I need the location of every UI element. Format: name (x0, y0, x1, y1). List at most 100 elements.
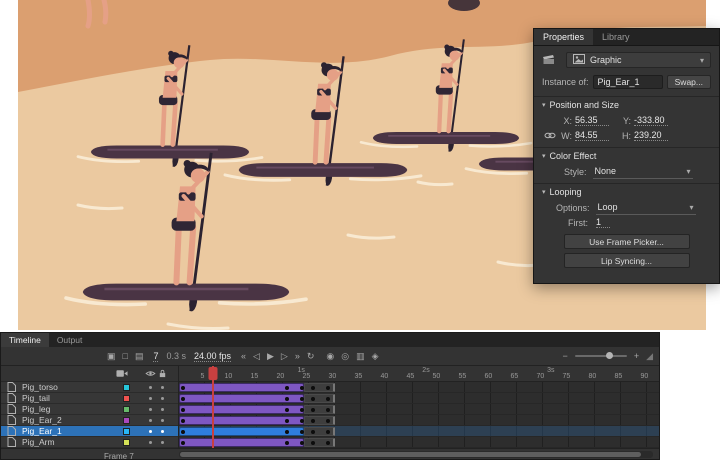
layer-visibility-dot[interactable] (144, 408, 156, 411)
layer-name: Pig_Ear_1 (22, 426, 123, 436)
frame-ruler[interactable]: 1s2s3s 510152025303540455055606570758085… (179, 366, 659, 382)
span-tail (304, 394, 335, 403)
keyframe-dot (326, 419, 330, 423)
scrollbar-thumb[interactable] (180, 452, 641, 457)
timeline-tab-timeline[interactable]: Timeline (1, 333, 49, 347)
insert-keyframe-icon[interactable]: ▣ (107, 352, 116, 361)
onion-skin-icon[interactable]: ◉ (326, 352, 334, 361)
frame-number-label: 65 (510, 373, 518, 380)
style-dropdown[interactable]: None ▾ (593, 165, 693, 179)
layer-row-pig_torso[interactable]: Pig_torso (1, 382, 178, 393)
collapse-triangle-icon: ▾ (542, 188, 546, 196)
layer-row-pig_arm[interactable]: Pig_Arm (1, 437, 178, 448)
go-to-first-frame-icon[interactable]: « (241, 352, 246, 361)
step-back-icon[interactable]: ◁ (253, 352, 260, 361)
keyframe-dot (181, 386, 185, 390)
tween-span[interactable] (179, 427, 304, 436)
layer-track[interactable] (179, 382, 659, 393)
w-value[interactable]: 84.55 (575, 130, 609, 141)
collapse-triangle-icon: ▾ (542, 152, 546, 160)
frame-number-label: 70 (536, 373, 544, 380)
lock-unlock-all-layers-icon[interactable] (156, 369, 168, 378)
tween-span[interactable] (179, 394, 304, 403)
tween-span[interactable] (179, 416, 304, 425)
layer-track[interactable] (179, 437, 659, 448)
layer-row-pig_tail[interactable]: Pig_tail (1, 393, 178, 404)
layer-track[interactable] (179, 426, 659, 437)
layer-lock-dot[interactable] (156, 419, 168, 422)
tween-span[interactable] (179, 405, 304, 414)
instance-name-field[interactable]: Pig_Ear_1 (593, 75, 663, 89)
timeline-panel: TimelineOutput ▣□▤ 7 0.3 s 24.00 fps «◁▶… (0, 332, 660, 460)
loop-options-dropdown[interactable]: Loop ▾ (596, 201, 696, 215)
zoom-in-icon[interactable]: + (634, 352, 639, 361)
frame-status-label: Frame 7 (104, 452, 134, 460)
frame-number-label: 35 (354, 373, 362, 380)
step-forward-icon[interactable]: ▷ (281, 352, 288, 361)
layer-visibility-dot[interactable] (144, 397, 156, 400)
layer-track[interactable] (179, 404, 659, 415)
lip-syncing-button[interactable]: Lip Syncing... (564, 253, 690, 268)
x-value[interactable]: 56.35 (575, 115, 609, 126)
layer-lock-dot[interactable] (156, 408, 168, 411)
panel-resize-icon[interactable]: ◢ (646, 352, 653, 361)
use-frame-picker-button[interactable]: Use Frame Picker... (564, 234, 690, 249)
tween-span[interactable] (179, 438, 304, 447)
layer-visibility-dot[interactable] (144, 430, 156, 433)
properties-tab-properties[interactable]: Properties (534, 29, 593, 45)
fps-field[interactable]: 24.00 fps (194, 351, 231, 362)
first-frame-value[interactable]: 1 (596, 217, 610, 228)
loop-playback-icon[interactable]: ↻ (307, 352, 315, 361)
h-value[interactable]: 239.20 (634, 130, 668, 141)
frame-grid[interactable] (179, 382, 659, 448)
layer-page-icon (7, 393, 18, 403)
insert-blank-keyframe-icon[interactable]: □ (123, 352, 128, 361)
symbol-type-dropdown[interactable]: Graphic ▾ (566, 52, 711, 68)
add-camera-icon[interactable] (116, 369, 128, 378)
chevron-down-icon: ▾ (687, 167, 691, 176)
properties-tab-library[interactable]: Library (593, 29, 639, 45)
frame-area: 1s2s3s 510152025303540455055606570758085… (179, 366, 659, 448)
go-to-last-frame-icon[interactable]: » (295, 352, 300, 361)
span-tail (304, 438, 335, 447)
link-width-height-icon[interactable] (542, 131, 558, 140)
zoom-slider-thumb[interactable] (606, 352, 613, 359)
layer-row-pig_ear_2[interactable]: Pig_Ear_2 (1, 415, 178, 426)
frame-number-label: 20 (276, 373, 284, 380)
timeline-zoom-slider[interactable] (575, 355, 627, 357)
tween-span[interactable] (179, 383, 304, 392)
layer-visibility-dot[interactable] (144, 419, 156, 422)
collapse-triangle-icon: ▾ (542, 101, 546, 109)
keyframe-dot (311, 408, 315, 412)
zoom-out-icon[interactable]: − (563, 352, 568, 361)
current-frame-field[interactable]: 7 (153, 351, 158, 362)
play-icon[interactable]: ▶ (267, 352, 274, 361)
layer-visibility-dot[interactable] (144, 441, 156, 444)
insert-frame-icon[interactable]: ▤ (135, 352, 144, 361)
timeline-horizontal-scrollbar[interactable] (179, 451, 653, 458)
layer-track[interactable] (179, 415, 659, 426)
timeline-tab-output[interactable]: Output (49, 333, 91, 347)
layer-track[interactable] (179, 393, 659, 404)
show-hide-all-layers-icon[interactable] (144, 370, 156, 377)
layer-lock-dot[interactable] (156, 397, 168, 400)
center-frame-icon[interactable]: ◈ (372, 352, 379, 361)
position-size-section-header[interactable]: ▾ Position and Size (534, 96, 719, 113)
layer-row-pig_leg[interactable]: Pig_leg (1, 404, 178, 415)
layer-page-icon (7, 382, 18, 392)
keyframe-dot (311, 419, 315, 423)
layer-row-pig_ear_1[interactable]: Pig_Ear_1 (1, 426, 178, 437)
layer-lock-dot[interactable] (156, 386, 168, 389)
keyframe-dot (311, 386, 315, 390)
layer-lock-dot[interactable] (156, 430, 168, 433)
properties-tab-bar: PropertiesLibrary (534, 29, 719, 46)
edit-multiple-frames-icon[interactable]: ▥ (356, 352, 365, 361)
swap-button[interactable]: Swap... (667, 75, 711, 89)
color-effect-section-header[interactable]: ▾ Color Effect (534, 147, 719, 164)
layer-visibility-dot[interactable] (144, 386, 156, 389)
playhead-handle[interactable] (208, 367, 217, 380)
layer-lock-dot[interactable] (156, 441, 168, 444)
y-value[interactable]: -333.80 (634, 115, 668, 126)
looping-section-header[interactable]: ▾ Looping (534, 183, 719, 200)
onion-skin-outlines-icon[interactable]: ◎ (341, 352, 349, 361)
